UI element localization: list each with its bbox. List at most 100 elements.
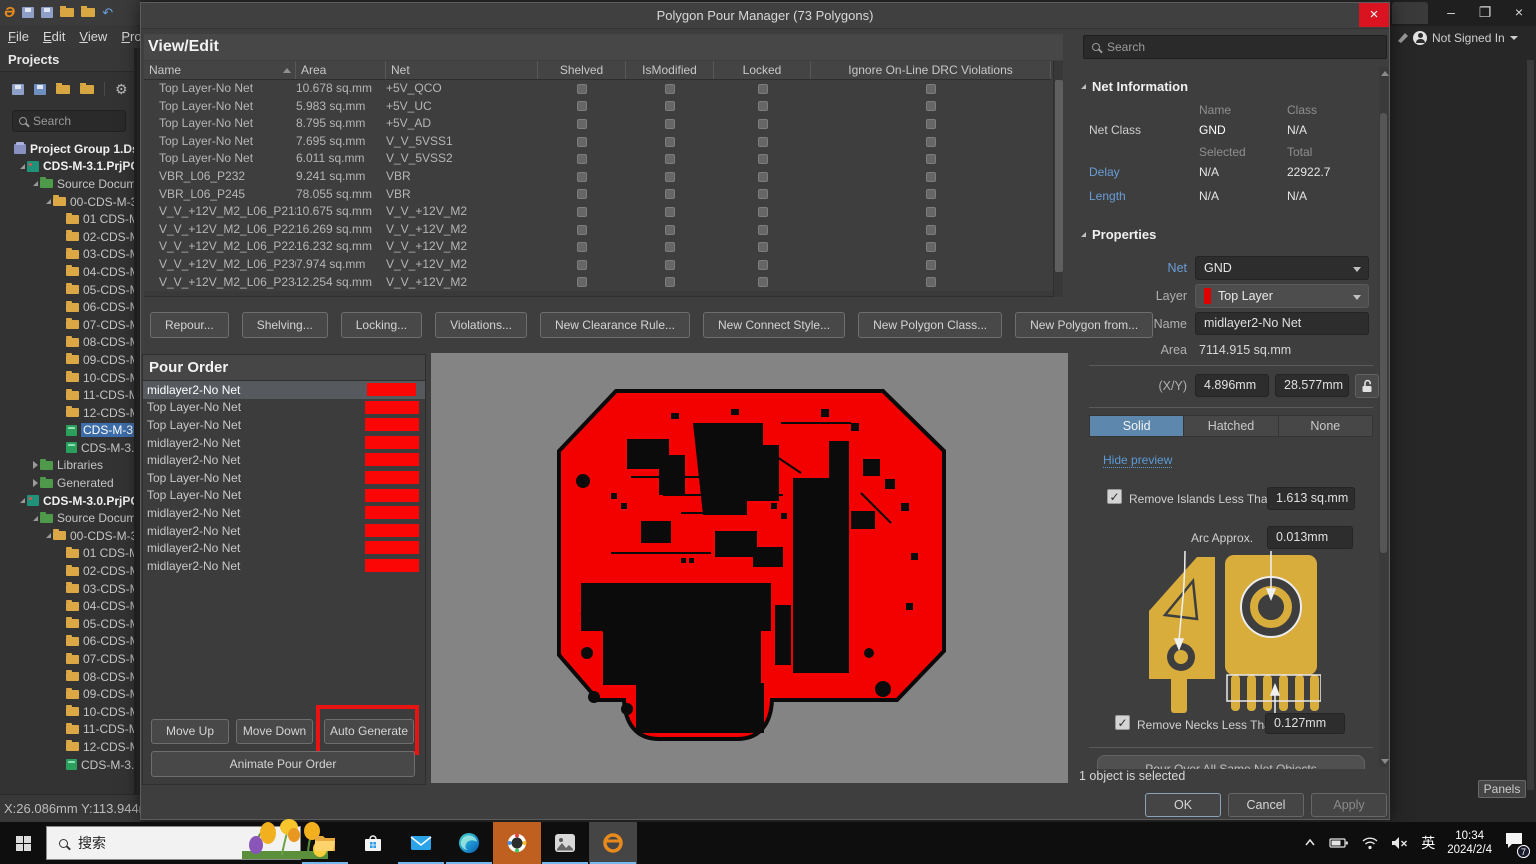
close-window-button[interactable]: × xyxy=(1504,0,1534,25)
taskbar-edge[interactable] xyxy=(445,822,493,864)
ignore-drc-checkbox[interactable] xyxy=(926,172,936,182)
polygon-table-row[interactable]: V_V_+12V_M2_L06_P23412.254 sq.mmV_V_+12V… xyxy=(144,274,1051,292)
tray-chevron-icon[interactable] xyxy=(1303,836,1317,850)
ignore-drc-checkbox[interactable] xyxy=(926,242,936,252)
move-down-button[interactable]: Move Down xyxy=(236,719,313,744)
tree-item-07-cds-m[interactable]: 07-CDS-M xyxy=(0,316,134,334)
tree-item-02-cds-m[interactable]: 02-CDS-M xyxy=(0,228,134,246)
shelved-checkbox[interactable] xyxy=(577,207,587,217)
clock[interactable]: 10:34 2024/2/4 xyxy=(1447,829,1492,857)
tree-expand-icon[interactable] xyxy=(43,199,53,204)
pour-order-item[interactable]: midlayer2-No Net xyxy=(143,504,425,522)
tree-expand-icon[interactable] xyxy=(30,181,40,186)
notification-center[interactable]: 7 xyxy=(1504,831,1526,856)
tree-item-04-cds-m[interactable]: 04-CDS-M xyxy=(0,597,134,615)
tree-item-08-cds-m[interactable]: 08-CDS-M xyxy=(0,334,134,352)
tree-item-03-cds-m[interactable]: 03-CDS-M xyxy=(0,580,134,598)
tree-expand-icon[interactable] xyxy=(17,498,27,503)
locked-checkbox[interactable] xyxy=(758,119,768,129)
new-connect-style-button[interactable]: New Connect Style... xyxy=(703,312,845,338)
column-header-area[interactable]: Area xyxy=(296,61,386,79)
column-header-shelved[interactable]: Shelved xyxy=(538,61,626,79)
taskbar-store[interactable] xyxy=(349,822,397,864)
table-scrollbar-thumb[interactable] xyxy=(1055,80,1063,272)
taskbar-search-input[interactable]: 搜索 xyxy=(46,826,301,860)
shelved-checkbox[interactable] xyxy=(577,101,587,111)
tree-item-07-cds-m[interactable]: 07-CDS-M xyxy=(0,650,134,668)
repour-button[interactable]: Repour... xyxy=(150,312,229,338)
tree-item-06-cds-m[interactable]: 06-CDS-M xyxy=(0,298,134,316)
ignore-drc-checkbox[interactable] xyxy=(926,225,936,235)
tree-item-generated[interactable]: Generated xyxy=(0,474,134,492)
ignore-drc-checkbox[interactable] xyxy=(926,101,936,111)
ismodified-checkbox[interactable] xyxy=(665,189,675,199)
tree-item-10-cds-m[interactable]: 10-CDS-M xyxy=(0,369,134,387)
ignore-drc-checkbox[interactable] xyxy=(926,260,936,270)
tree-item-02-cds-m[interactable]: 02-CDS-M xyxy=(0,562,134,580)
cancel-button[interactable]: Cancel xyxy=(1228,793,1304,817)
arc-approx-input[interactable]: 0.013mm xyxy=(1267,526,1353,549)
net-information-section-header[interactable]: Net Information xyxy=(1081,79,1188,94)
polygon-table-row[interactable]: V_V_+12V_M2_L06_P21810.675 sq.mmV_V_+12V… xyxy=(144,203,1051,221)
pour-order-item[interactable]: midlayer2-No Net xyxy=(143,434,425,452)
tree-item-04-cds-m[interactable]: 04-CDS-M xyxy=(0,263,134,281)
polygon-table-row[interactable]: Top Layer-No Net6.011 sq.mmV_V_5VSS2 xyxy=(144,150,1051,168)
polygon-table-row[interactable]: Top Layer-No Net5.983 sq.mm+5V_UC xyxy=(144,98,1051,116)
layer-dropdown[interactable]: Top Layer xyxy=(1195,284,1369,308)
animate-pour-order-button[interactable]: Animate Pour Order xyxy=(151,751,415,777)
properties-scrollbar-thumb[interactable] xyxy=(1380,113,1387,553)
save-icon[interactable] xyxy=(22,7,34,18)
ismodified-checkbox[interactable] xyxy=(665,260,675,270)
shelved-checkbox[interactable] xyxy=(577,242,587,252)
open-folder-icon[interactable] xyxy=(60,8,74,17)
document-tab[interactable] xyxy=(1392,2,1428,24)
ismodified-checkbox[interactable] xyxy=(665,225,675,235)
properties-section-header[interactable]: Properties xyxy=(1081,227,1156,242)
x-input[interactable]: 4.896mm xyxy=(1195,374,1269,397)
column-header-ismodified[interactable]: IsModified xyxy=(626,61,714,79)
properties-search-input[interactable]: Search xyxy=(1083,35,1387,59)
open-project-icon[interactable] xyxy=(81,8,95,17)
start-button[interactable] xyxy=(0,822,46,864)
locked-checkbox[interactable] xyxy=(758,225,768,235)
pour-order-item[interactable]: midlayer2-No Net xyxy=(143,451,425,469)
taskbar-altium[interactable] xyxy=(589,822,637,864)
polygon-table-row[interactable]: VBR_L06_P24578.055 sq.mmVBR xyxy=(144,186,1051,204)
column-header-net[interactable]: Net xyxy=(386,61,538,79)
tree-item-12-cds-m[interactable]: 12-CDS-M xyxy=(0,404,134,422)
tree-item-06-cds-m[interactable]: 06-CDS-M xyxy=(0,633,134,651)
tree-item-00-cds-m-3[interactable]: 00-CDS-M-3. xyxy=(0,193,134,211)
tree-item-cds-m-3-1-p[interactable]: CDS-M-3.1.P xyxy=(0,422,134,440)
ismodified-checkbox[interactable] xyxy=(665,207,675,217)
gear-icon[interactable]: ⚙ xyxy=(115,81,128,98)
save-project-icon[interactable] xyxy=(12,84,24,95)
ignore-drc-checkbox[interactable] xyxy=(926,277,936,287)
pour-order-item[interactable]: Top Layer-No Net xyxy=(143,416,425,434)
polygon-table-row[interactable]: V_V_+12V_M2_L06_P22216.269 sq.mmV_V_+12V… xyxy=(144,221,1051,239)
ignore-drc-checkbox[interactable] xyxy=(926,154,936,164)
locked-checkbox[interactable] xyxy=(758,84,768,94)
tree-item-01-cds-m[interactable]: 01 CDS-M- xyxy=(0,545,134,563)
scroll-up-icon[interactable] xyxy=(1381,71,1389,76)
taskbar-mail[interactable] xyxy=(397,822,445,864)
remove-islands-input[interactable]: 1.613 sq.mm xyxy=(1267,487,1355,510)
lock-button[interactable] xyxy=(1355,374,1379,398)
battery-icon[interactable] xyxy=(1329,835,1349,851)
editor-scrollbar[interactable] xyxy=(1527,60,1534,790)
polygon-table-row[interactable]: Top Layer-No Net10.678 sq.mm+5V_QCO xyxy=(144,80,1051,98)
tree-item-08-cds-m[interactable]: 08-CDS-M xyxy=(0,668,134,686)
new-polygon-class-button[interactable]: New Polygon Class... xyxy=(858,312,1002,338)
tree-item-09-cds-m[interactable]: 09-CDS-M xyxy=(0,685,134,703)
ismodified-checkbox[interactable] xyxy=(665,84,675,94)
hide-preview-link[interactable]: Hide preview xyxy=(1103,453,1172,468)
tree-expand-icon[interactable] xyxy=(43,533,53,538)
locked-checkbox[interactable] xyxy=(758,189,768,199)
menu-item-edit[interactable]: Edit xyxy=(43,29,65,44)
ime-indicator[interactable]: 英 xyxy=(1421,833,1435,853)
locked-checkbox[interactable] xyxy=(758,101,768,111)
tree-item-11-cds-m[interactable]: 11-CDS-M xyxy=(0,721,134,739)
locked-checkbox[interactable] xyxy=(758,207,768,217)
ignore-drc-checkbox[interactable] xyxy=(926,189,936,199)
tree-item-12-cds-m[interactable]: 12-CDS-M xyxy=(0,738,134,756)
undo-icon[interactable]: ↶ xyxy=(102,6,113,19)
